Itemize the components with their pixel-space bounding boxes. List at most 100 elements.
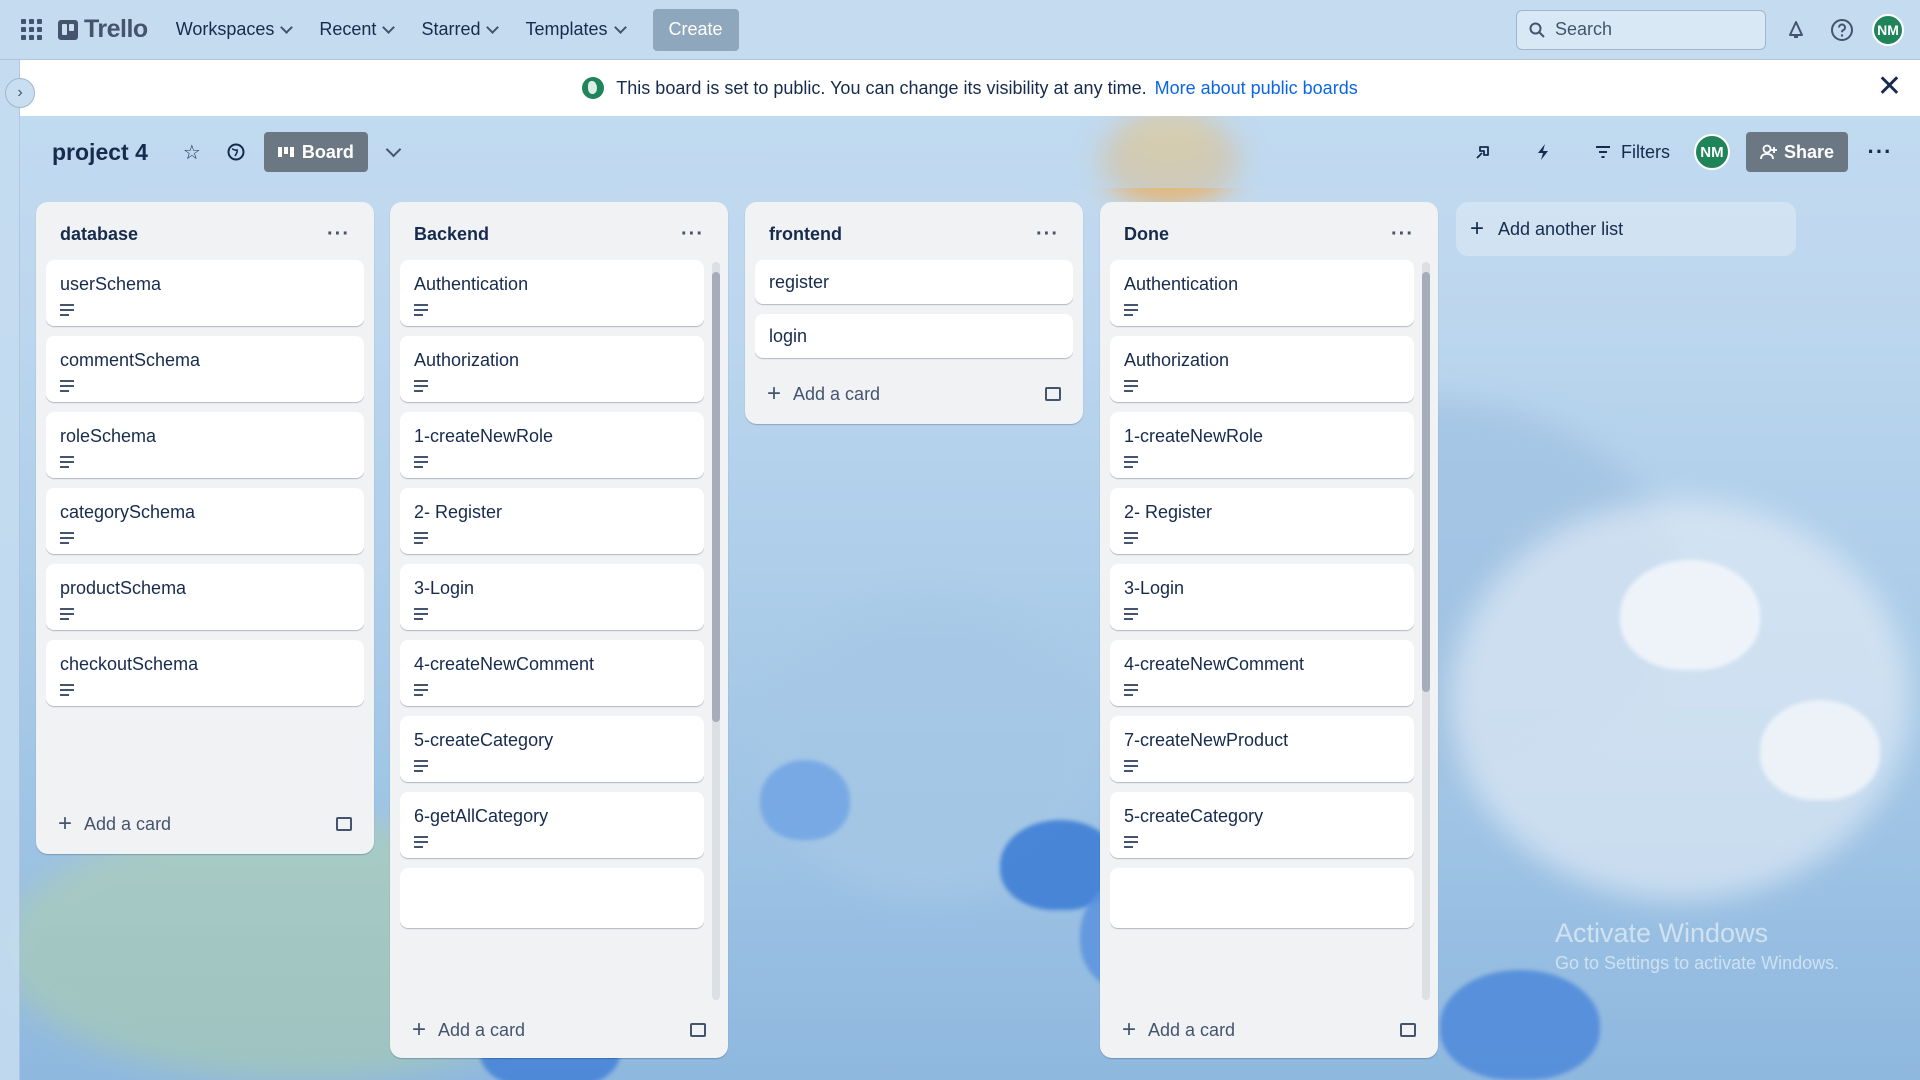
- list-title[interactable]: database: [60, 224, 138, 245]
- expand-sidebar-icon[interactable]: ›: [5, 78, 35, 108]
- user-avatar[interactable]: NM: [1872, 13, 1904, 46]
- board-view-icon: [277, 147, 294, 157]
- board-member-avatar[interactable]: NM: [1693, 134, 1730, 170]
- plus-icon: +: [767, 380, 782, 407]
- card[interactable]: 6-getAllCategory: [400, 792, 704, 858]
- card[interactable]: 3-Login: [1110, 564, 1414, 630]
- share-button[interactable]: Share: [1745, 132, 1848, 172]
- card-title: 4-createNewComment: [1124, 654, 1305, 674]
- more-options-icon[interactable]: ···: [1864, 136, 1896, 168]
- search-input[interactable]: Search: [1516, 9, 1766, 50]
- close-icon[interactable]: ✕: [1877, 72, 1902, 102]
- automation-icon[interactable]: [1527, 136, 1559, 168]
- description-icon: [1124, 532, 1138, 544]
- card[interactable]: 3-Login: [400, 564, 704, 630]
- add-list-label: Add another list: [1498, 218, 1624, 239]
- scrollbar-thumb[interactable]: [712, 272, 720, 722]
- public-board-banner: This board is set to public. You can cha…: [20, 60, 1920, 116]
- power-ups-icon[interactable]: [1467, 136, 1499, 168]
- card[interactable]: Authorization: [400, 336, 704, 402]
- card[interactable]: categorySchema: [46, 488, 364, 554]
- card-template-icon[interactable]: [1400, 1023, 1416, 1037]
- chevron-down-icon: [280, 20, 294, 34]
- card[interactable]: 1-createNewRole: [400, 412, 704, 478]
- public-boards-link[interactable]: More about public boards: [1155, 78, 1358, 99]
- card[interactable]: 5-createCategory: [400, 716, 704, 782]
- chevron-down-icon[interactable]: [378, 136, 410, 168]
- card[interactable]: userSchema: [46, 260, 364, 326]
- board-view-button[interactable]: Board: [263, 132, 368, 172]
- add-card-button[interactable]: + Add a card: [46, 802, 364, 846]
- add-card-button[interactable]: + Add a card: [1110, 1008, 1428, 1052]
- card-title: userSchema: [60, 274, 162, 294]
- list-title[interactable]: frontend: [769, 224, 842, 245]
- list-frontend: frontend ··· register login + Add a card: [745, 202, 1083, 424]
- card[interactable]: 2- Register: [400, 488, 704, 554]
- card-title: login: [769, 326, 808, 346]
- card[interactable]: 2- Register: [1110, 488, 1414, 554]
- card[interactable]: 7-createNewProduct: [1110, 716, 1414, 782]
- card-title: roleSchema: [60, 426, 157, 446]
- card[interactable]: 5-createCategory: [1110, 792, 1414, 858]
- chevron-down-icon: [613, 20, 627, 34]
- list-menu-icon[interactable]: ···: [1391, 223, 1414, 246]
- description-icon: [60, 684, 74, 696]
- app-switcher-icon[interactable]: [16, 15, 46, 45]
- list-menu-icon[interactable]: ···: [327, 223, 350, 246]
- add-list-button[interactable]: + Add another list: [1456, 202, 1796, 256]
- card[interactable]: checkoutSchema: [46, 640, 364, 706]
- chevron-down-icon: [486, 20, 500, 34]
- list-done: Done ··· Authentication Authorization 1-…: [1100, 202, 1438, 1058]
- create-button[interactable]: Create: [652, 8, 739, 51]
- card[interactable]: Authentication: [400, 260, 704, 326]
- trello-logo-text: Trello: [84, 15, 148, 43]
- card-template-icon[interactable]: [690, 1023, 706, 1037]
- card-template-icon[interactable]: [336, 817, 352, 831]
- list-menu-icon[interactable]: ···: [681, 223, 704, 246]
- card[interactable]: [400, 868, 704, 928]
- notifications-icon[interactable]: [1780, 14, 1812, 46]
- list-title[interactable]: Backend: [414, 224, 489, 245]
- description-icon: [60, 608, 74, 620]
- card[interactable]: productSchema: [46, 564, 364, 630]
- help-icon[interactable]: [1826, 14, 1858, 46]
- card-title: Authentication: [1124, 274, 1239, 294]
- card[interactable]: 4-createNewComment: [1110, 640, 1414, 706]
- filters-button[interactable]: Filters: [1587, 142, 1678, 163]
- card[interactable]: Authorization: [1110, 336, 1414, 402]
- add-card-button[interactable]: + Add a card: [400, 1008, 718, 1052]
- board-title[interactable]: project 4: [52, 139, 148, 166]
- card[interactable]: Authentication: [1110, 260, 1414, 326]
- add-card-label: Add a card: [1148, 1019, 1236, 1040]
- card[interactable]: roleSchema: [46, 412, 364, 478]
- list-scrollbar[interactable]: [1422, 262, 1430, 1000]
- description-icon: [60, 380, 74, 392]
- list-menu-icon[interactable]: ···: [1036, 223, 1059, 246]
- starred-menu[interactable]: Starred: [409, 12, 509, 48]
- description-icon: [60, 304, 74, 316]
- card[interactable]: 4-createNewComment: [400, 640, 704, 706]
- card[interactable]: [1110, 868, 1414, 928]
- scrollbar-thumb[interactable]: [1422, 272, 1430, 692]
- card[interactable]: login: [755, 314, 1073, 358]
- card[interactable]: register: [755, 260, 1073, 304]
- visibility-icon[interactable]: [220, 136, 252, 168]
- trello-logo[interactable]: Trello: [58, 15, 148, 44]
- workspaces-menu[interactable]: Workspaces: [164, 12, 304, 48]
- star-icon[interactable]: ☆: [176, 136, 208, 168]
- description-icon: [414, 532, 428, 544]
- card-title: 3-Login: [414, 578, 475, 598]
- card-title: productSchema: [60, 578, 187, 598]
- description-icon: [414, 304, 428, 316]
- card[interactable]: 1-createNewRole: [1110, 412, 1414, 478]
- templates-menu[interactable]: Templates: [513, 12, 636, 48]
- list-scrollbar[interactable]: [712, 262, 720, 1000]
- list-title[interactable]: Done: [1124, 224, 1169, 245]
- list-backend: Backend ··· Authentication Authorization…: [390, 202, 728, 1058]
- card[interactable]: commentSchema: [46, 336, 364, 402]
- recent-menu[interactable]: Recent: [307, 12, 405, 48]
- add-card-button[interactable]: + Add a card: [755, 372, 1073, 416]
- card-title: checkoutSchema: [60, 654, 199, 674]
- plus-icon: +: [412, 1016, 427, 1043]
- card-template-icon[interactable]: [1045, 387, 1061, 401]
